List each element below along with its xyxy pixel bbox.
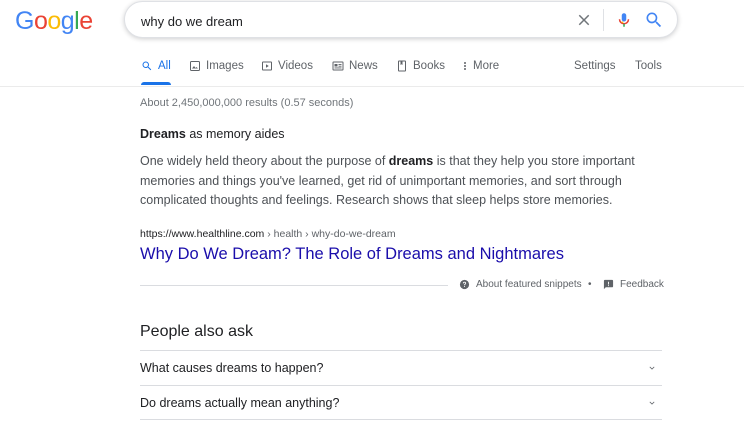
header-divider (0, 86, 744, 87)
tab-label: Videos (278, 60, 313, 72)
logo-letter: e (79, 7, 93, 35)
google-logo[interactable]: Google (15, 7, 93, 36)
tab-more[interactable]: More (462, 60, 499, 72)
snippet-text: One widely held theory about the purpose… (140, 152, 670, 211)
image-icon (190, 61, 200, 71)
search-icon[interactable] (644, 10, 664, 30)
tools-link[interactable]: Tools (635, 60, 662, 72)
snippet-text-part1: One widely held theory about the purpose… (140, 154, 389, 168)
tab-label: Books (413, 60, 445, 72)
cite-path: › health › why-do-we-dream (264, 228, 396, 240)
paa-question-text: What causes dreams to happen? (140, 361, 324, 375)
tab-label: News (349, 60, 378, 72)
tab-images[interactable]: Images (189, 60, 244, 72)
search-tabs: All Images Videos News Books More Settin… (0, 54, 744, 86)
result-cite: https://www.healthline.com › health › wh… (140, 228, 396, 240)
logo-letter: o (47, 7, 61, 35)
feedback-separator: • (588, 279, 592, 290)
result-title-link[interactable]: Why Do We Dream? The Role of Dreams and … (140, 245, 564, 264)
tab-label: More (473, 60, 500, 72)
news-icon (332, 61, 344, 71)
book-icon (398, 60, 406, 72)
feedback-icon (603, 279, 614, 290)
tab-books[interactable]: Books (396, 60, 445, 72)
result-stats: About 2,450,000,000 results (0.57 second… (140, 97, 354, 109)
paa-question[interactable]: What causes dreams to happen? (140, 350, 662, 385)
snippet-heading-bold: Dreams (140, 127, 186, 141)
active-tab-indicator (141, 82, 171, 85)
about-featured-snippets[interactable]: About featured snippets (459, 279, 582, 290)
clear-icon[interactable] (575, 11, 593, 29)
search-box (124, 1, 678, 38)
search-input[interactable] (141, 11, 561, 31)
tab-news[interactable]: News (332, 60, 378, 72)
more-vert-icon (464, 62, 466, 70)
paa-question-text: Do dreams actually mean anything? (140, 396, 340, 410)
snippet-heading: Dreams as memory aides (140, 127, 285, 141)
search-icon (142, 61, 152, 71)
snippet-heading-rest: as memory aides (185, 127, 285, 141)
tab-label: Images (206, 60, 244, 72)
tab-all[interactable]: All (141, 60, 171, 72)
settings-link[interactable]: Settings (574, 60, 616, 72)
video-icon (262, 61, 272, 71)
snippet-text-bold: dreams (388, 154, 434, 168)
search-divider (603, 9, 604, 31)
paa-question[interactable]: Do dreams actually mean anything? (140, 385, 662, 420)
tab-videos[interactable]: Videos (261, 60, 313, 72)
logo-letter: g (60, 7, 75, 35)
feedback-link[interactable]: Feedback (603, 279, 664, 290)
logo-letter: G (15, 7, 34, 35)
tab-label: All (158, 60, 171, 72)
cite-domain: https://www.healthline.com (140, 228, 265, 240)
microphone-icon[interactable] (615, 10, 633, 30)
chevron-down-icon (649, 401, 655, 405)
snippet-divider (140, 285, 448, 286)
help-icon (459, 279, 470, 290)
about-featured-snippets-label: About featured snippets (476, 279, 582, 290)
logo-letter: o (33, 7, 48, 35)
people-also-ask-title: People also ask (140, 323, 253, 340)
feedback-label: Feedback (620, 279, 664, 290)
chevron-down-icon (649, 366, 655, 370)
